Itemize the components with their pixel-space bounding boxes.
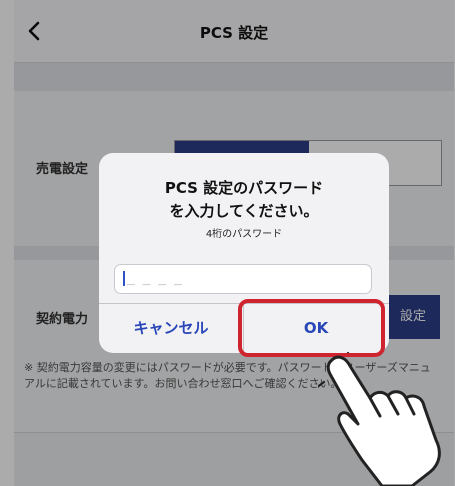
dialog-title-line-1: PCS 設定のパスワード [164,179,324,197]
password-input[interactable]: _ _ _ _ [114,264,372,294]
dialog-title: PCS 設定のパスワード を入力してください。 [99,177,389,223]
password-placeholder: _ _ _ _ [127,271,182,286]
dialog-subtitle: 4桁のパスワード [205,229,283,240]
pointing-hand-icon [318,352,441,486]
ok-button-highlight [238,299,385,357]
cancel-button[interactable]: キャンセル [99,304,243,353]
dialog-title-line-2: を入力してください。 [169,202,319,220]
text-caret [123,271,125,286]
